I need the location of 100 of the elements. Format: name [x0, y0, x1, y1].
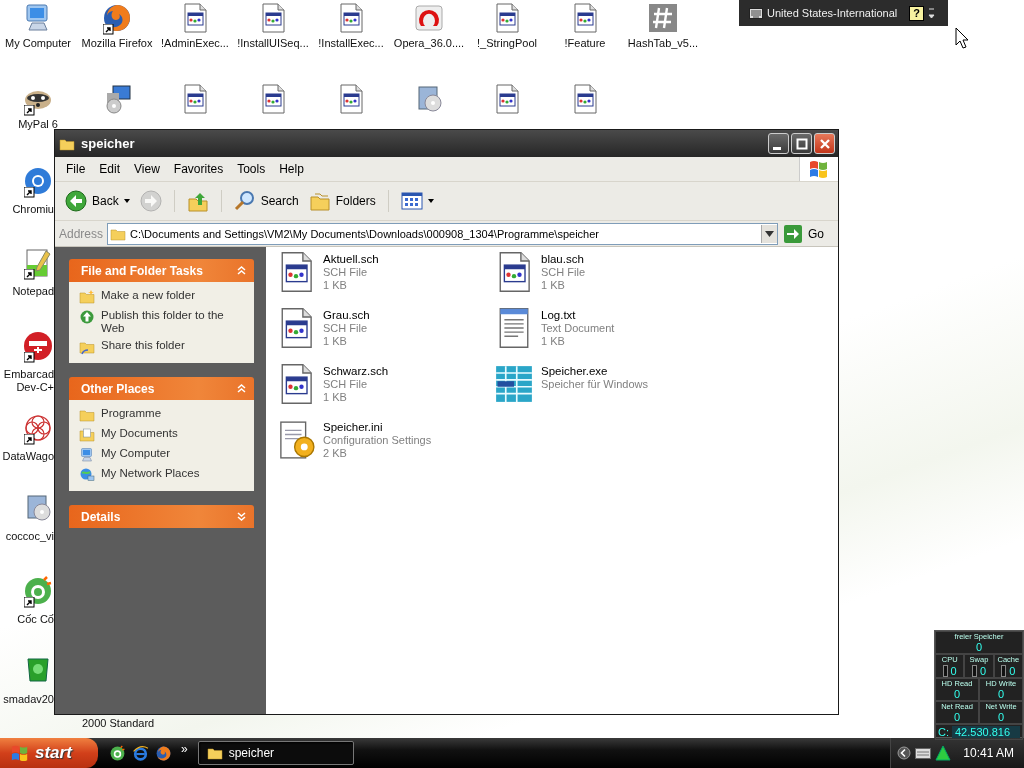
file-type: Speicher für Windows	[541, 378, 648, 390]
task-link[interactable]: My Computer	[101, 447, 171, 460]
desktop-icon-label[interactable]: DataWago	[2, 450, 54, 463]
start-button[interactable]: start	[0, 738, 98, 768]
desktop-icon-label[interactable]: !_StringPool	[469, 37, 545, 50]
task-link[interactable]: Make a new folder	[101, 289, 195, 302]
file-type: Text Document	[541, 322, 615, 334]
folder-icon	[79, 407, 95, 423]
desktop-icon-label[interactable]: Notepad	[2, 285, 54, 298]
desktop-icon-label[interactable]: Embarcad Dev-C+	[2, 368, 54, 394]
address-label: Address	[59, 226, 104, 241]
back-button[interactable]: Back	[61, 185, 134, 217]
file-name[interactable]: Log.txt	[541, 309, 615, 321]
folder-icon	[308, 190, 331, 212]
desktop-icon-label[interactable]: Opera_36.0....	[391, 37, 467, 50]
monitor-value: 0	[975, 642, 983, 653]
desktop-icon-label[interactable]: HashTab_v5...	[625, 37, 701, 50]
menu-item[interactable]: Help	[272, 162, 311, 176]
task-link[interactable]: Share this folder	[101, 339, 185, 352]
file-name[interactable]: Grau.sch	[323, 309, 370, 321]
file-size: 1 KB	[323, 335, 348, 347]
ring-logo-icon	[22, 575, 54, 607]
task-link[interactable]: My Network Places	[101, 467, 200, 480]
help-button[interactable]: ?	[909, 5, 924, 21]
desktop-icon-label[interactable]: MyPal 6	[0, 118, 76, 131]
collapse-chevron-icon[interactable]	[237, 266, 246, 275]
go-button[interactable]: Go	[782, 224, 834, 243]
keyboard-icon	[749, 7, 763, 19]
file-size: 1 KB	[541, 335, 566, 347]
meter-bar-icon	[942, 665, 948, 677]
keyboard-layout-label[interactable]: United States-International	[767, 7, 898, 19]
browser-logo-icon[interactable]	[108, 743, 127, 763]
taskbar-button[interactable]: speicher	[197, 741, 354, 765]
flower-pattern-icon	[22, 412, 54, 444]
file-type: Configuration Settings	[323, 434, 432, 446]
menu-item[interactable]: View	[127, 162, 167, 176]
close-button[interactable]	[814, 133, 835, 154]
menu-item[interactable]: File	[59, 162, 93, 176]
file-type: SCH File	[323, 378, 368, 390]
documents-folder-icon	[79, 427, 95, 443]
monitor-value: 0	[997, 689, 1005, 700]
ring-logo-icon	[22, 165, 54, 197]
monitor-value: 0	[953, 712, 961, 723]
folders-button[interactable]: Folders	[304, 185, 380, 217]
desktop-icon-label[interactable]: coccoc_vi	[2, 530, 54, 543]
desktop-icon-label[interactable]: smadav20	[2, 693, 54, 706]
menu-item[interactable]: Edit	[92, 162, 128, 176]
folder-up-icon	[186, 190, 209, 212]
desktop-icon-label[interactable]: Mozilla Firefox	[79, 37, 155, 50]
desktop-icon-label[interactable]: Chromiu	[2, 203, 54, 216]
more-button[interactable]: »	[177, 742, 192, 764]
caret-icon	[765, 230, 774, 237]
desktop-icon-label[interactable]: !InstallUISeq...	[235, 37, 311, 50]
options-arrow-icon[interactable]	[928, 6, 935, 20]
search-button[interactable]: Search	[229, 185, 303, 217]
meter-bar-icon	[1001, 665, 1007, 677]
file-name[interactable]: Schwarz.sch	[323, 365, 389, 377]
desktop-icon-label[interactable]: 2000 Standard	[82, 717, 155, 729]
browser-e-icon[interactable]	[131, 743, 150, 763]
desktop-icon-label[interactable]: !Feature	[547, 37, 623, 50]
meter-bar-icon	[971, 665, 977, 677]
task-link[interactable]: Publish this folder to the Web	[101, 309, 246, 335]
window-title: speicher	[81, 136, 136, 151]
desktop-icon-label[interactable]: My Computer	[0, 37, 76, 50]
monitor-value: 0	[950, 665, 957, 677]
desktop-icon-label[interactable]: !AdminExec...	[157, 37, 233, 50]
collapse-chevron-icon[interactable]	[237, 384, 246, 393]
network-globe-icon	[79, 467, 95, 483]
maximize-button[interactable]	[791, 133, 812, 154]
address-field[interactable]: C:\Documents and Settings\VM2\My Documents\Downloads\000908_1304\Programme\speicher	[107, 222, 778, 245]
keyboard-icon[interactable]	[915, 747, 932, 759]
file-name[interactable]: Aktuell.sch	[323, 253, 379, 265]
task-link[interactable]: My Documents	[101, 427, 178, 440]
minimize-icon	[773, 146, 781, 150]
triangle-icon[interactable]	[935, 745, 952, 761]
file-name[interactable]: Speicher.ini	[323, 421, 432, 433]
views-grid-icon	[400, 190, 423, 212]
menu-item[interactable]: Favorites	[166, 162, 231, 176]
file-name[interactable]: blau.sch	[541, 253, 585, 265]
clock: 10:41 AM	[963, 746, 1014, 760]
expand-tray-button[interactable]	[897, 746, 912, 760]
mouse-pointer-icon	[955, 27, 969, 49]
folder-icon	[79, 289, 95, 305]
monitor-value: 0	[953, 689, 961, 700]
task-link[interactable]: Programme	[101, 407, 162, 420]
desktop-icon-label[interactable]: Cốc Cố	[2, 613, 54, 626]
file-size: 1 KB	[323, 279, 348, 291]
folder-icon	[206, 745, 223, 761]
minimize-button[interactable]	[768, 133, 789, 154]
monitor-value: 0	[1009, 665, 1016, 677]
expand-chevron-icon[interactable]	[237, 512, 246, 521]
monitor-value: 0	[997, 712, 1005, 723]
browser-globe-icon	[101, 2, 133, 34]
shared-folder-icon	[79, 339, 95, 355]
file-size: 1 KB	[323, 391, 348, 403]
menu-item[interactable]: Tools	[230, 162, 273, 176]
file-name[interactable]: Speicher.exe	[541, 365, 648, 377]
dropdown-button[interactable]	[761, 224, 777, 243]
desktop-icon-label[interactable]: !InstallExec...	[313, 37, 389, 50]
file-type: SCH File	[323, 266, 368, 278]
